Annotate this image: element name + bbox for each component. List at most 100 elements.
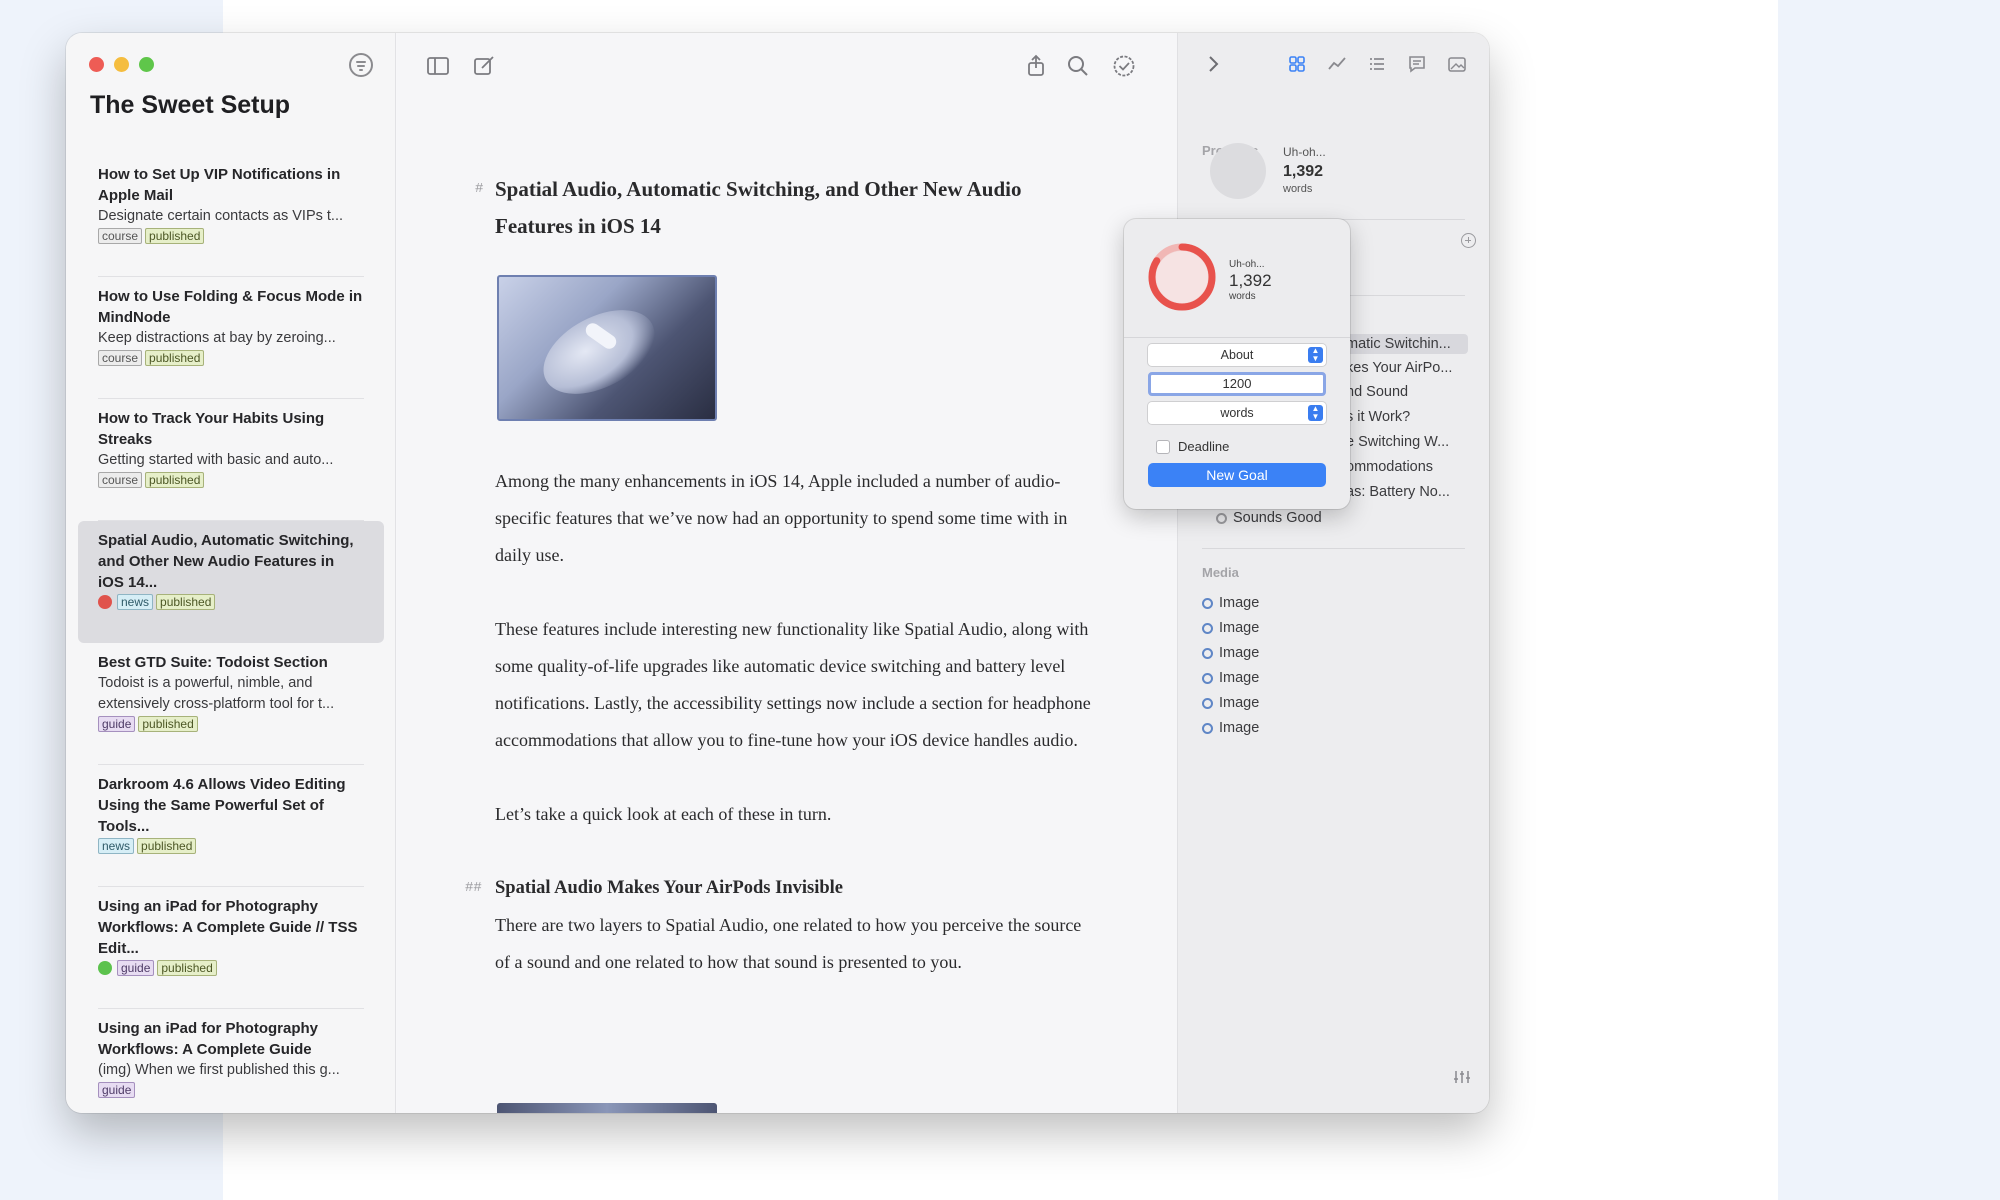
media-item-label: Image — [1219, 645, 1260, 661]
media-bullet-icon — [1202, 722, 1213, 734]
media-item[interactable]: Image — [1202, 670, 1259, 686]
sheet-item-selected[interactable]: Spatial Audio, Automatic Switching, and … — [78, 521, 384, 643]
statistics-icon[interactable] — [1326, 53, 1348, 75]
outline-item[interactable]: ommodations — [1346, 459, 1433, 475]
tag[interactable]: published — [138, 716, 198, 732]
outline-list-icon[interactable] — [1366, 53, 1388, 75]
tag[interactable]: published — [145, 472, 205, 488]
goal-word-unit: words — [1229, 291, 1256, 302]
minimize-button[interactable] — [114, 57, 129, 72]
sidebar-toggle-icon[interactable] — [425, 53, 451, 79]
tag[interactable]: course — [98, 228, 143, 244]
tag[interactable]: guide — [98, 1082, 136, 1098]
heading-text: Spatial Audio Makes Your AirPods Invisib… — [495, 878, 843, 898]
media-item[interactable]: Image — [1202, 645, 1259, 661]
media-item-label: Image — [1219, 695, 1260, 711]
search-icon[interactable] — [1065, 53, 1091, 79]
sheet-item[interactable]: How to Use Folding & Focus Mode in MindN… — [78, 277, 384, 399]
deadline-label: Deadline — [1178, 439, 1230, 454]
tag[interactable]: news — [98, 838, 135, 854]
media-item[interactable]: Image — [1202, 695, 1259, 711]
tag[interactable]: published — [145, 350, 205, 366]
sheet-item[interactable]: Using an iPad for Photography Workflows:… — [78, 1009, 384, 1113]
deadline-checkbox[interactable] — [1156, 439, 1170, 454]
heading-marker: # — [475, 181, 484, 197]
paragraph[interactable]: Let’s take a quick look at each of these… — [495, 796, 1095, 833]
sheet-excerpt: Keep distractions at bay by zeroing... — [98, 330, 336, 346]
heading-1[interactable]: # Spatial Audio, Automatic Switching, an… — [475, 171, 1095, 245]
window-controls — [89, 57, 154, 72]
color-label-dot — [98, 961, 112, 975]
sheet-title: Darkroom 4.6 Allows Video Editing Using … — [98, 776, 346, 835]
sheet-item[interactable]: How to Set Up VIP Notifications in Apple… — [78, 155, 384, 277]
sliders-icon[interactable] — [1452, 1069, 1472, 1085]
sheet-title: How to Track Your Habits Using Streaks — [98, 410, 325, 448]
goal-check-icon[interactable] — [1111, 53, 1137, 79]
outline-item[interactable]: kes Your AirPo... — [1346, 360, 1452, 376]
goal-target-input[interactable]: 1200 — [1148, 372, 1326, 396]
goal-mode-value: About — [1220, 348, 1254, 362]
add-goal-icon[interactable] — [1461, 233, 1476, 248]
inline-image[interactable] — [497, 275, 717, 421]
paragraph[interactable]: Among the many enhancements in iOS 14, A… — [495, 463, 1095, 574]
heading-2[interactable]: ## Spatial Audio Makes Your AirPods Invi… — [465, 870, 1095, 907]
zoom-button[interactable] — [139, 57, 154, 72]
word-unit: words — [1283, 183, 1313, 195]
tag[interactable]: course — [98, 472, 143, 488]
sheet-item[interactable]: Using an iPad for Photography Workflows:… — [78, 887, 384, 1009]
sheet-title: Using an iPad for Photography Workflows:… — [98, 898, 358, 957]
media-item[interactable]: Image — [1202, 595, 1259, 611]
share-icon[interactable] — [1023, 53, 1049, 79]
tag[interactable]: published — [156, 594, 216, 610]
chevron-right-icon[interactable] — [1202, 53, 1224, 75]
sheet-list: How to Set Up VIP Notifications in Apple… — [78, 155, 384, 1113]
goal-unit-select[interactable]: words ▲ ▼ — [1148, 402, 1326, 424]
media-icon[interactable] — [1446, 53, 1468, 75]
tag[interactable]: guide — [117, 960, 155, 976]
tag[interactable]: published — [137, 838, 197, 854]
outline-item-selected[interactable]: matic Switchin... — [1338, 334, 1468, 354]
heading-marker: ## — [465, 880, 482, 896]
sheet-item[interactable]: Best GTD Suite: Todoist Section Todoist … — [78, 643, 384, 765]
outline-item[interactable]: as: Battery No... — [1346, 484, 1450, 500]
sheet-tags: course published — [98, 350, 364, 366]
tag[interactable]: course — [98, 350, 143, 366]
sheet-title: How to Use Folding & Focus Mode in MindN… — [98, 288, 363, 326]
document-content[interactable]: # Spatial Audio, Automatic Switching, an… — [465, 171, 1095, 981]
paragraph[interactable]: These features include interesting new f… — [495, 611, 1095, 759]
media-item-label: Image — [1219, 670, 1260, 686]
library-title: The Sweet Setup — [90, 91, 291, 119]
close-button[interactable] — [89, 57, 104, 72]
sheet-title: How to Set Up VIP Notifications in Apple… — [98, 166, 341, 204]
deadline-row[interactable]: Deadline — [1156, 439, 1229, 454]
new-goal-button[interactable]: New Goal — [1148, 463, 1326, 487]
comments-icon[interactable] — [1406, 53, 1428, 75]
dashboard-grid-icon[interactable] — [1286, 53, 1308, 75]
sheet-item[interactable]: How to Track Your Habits Using Streaks G… — [78, 399, 384, 521]
sheet-excerpt: Getting started with basic and auto... — [98, 452, 334, 468]
outline-item[interactable]: s it Work? — [1346, 409, 1410, 425]
goal-status: Uh-oh... — [1229, 259, 1265, 270]
filter-icon[interactable] — [349, 53, 373, 77]
outline-item[interactable]: e Switching W... — [1346, 434, 1449, 450]
color-label-dot — [98, 595, 112, 609]
media-item[interactable]: Image — [1202, 720, 1259, 736]
inline-image-partial[interactable] — [497, 1103, 717, 1113]
sheet-title: Best GTD Suite: Todoist Section — [98, 654, 328, 671]
media-item[interactable]: Image — [1202, 620, 1259, 636]
tag[interactable]: published — [145, 228, 205, 244]
media-item-label: Image — [1219, 720, 1260, 736]
compose-icon[interactable] — [471, 53, 497, 79]
paragraph[interactable]: There are two layers to Spatial Audio, o… — [495, 907, 1095, 981]
media-bullet-icon — [1202, 597, 1213, 609]
outline-item[interactable]: Sounds Good — [1216, 510, 1322, 526]
outline-item[interactable]: nd Sound — [1346, 384, 1408, 400]
tag[interactable]: guide — [98, 716, 136, 732]
sheet-item[interactable]: Darkroom 4.6 Allows Video Editing Using … — [78, 765, 384, 887]
sheet-title: Spatial Audio, Automatic Switching, and … — [98, 532, 354, 591]
tag[interactable]: published — [157, 960, 217, 976]
media-bullet-icon — [1202, 672, 1213, 684]
tag[interactable]: news — [117, 594, 154, 610]
goal-mode-select[interactable]: About ▲ ▼ — [1148, 344, 1326, 366]
image-subject — [529, 292, 669, 412]
